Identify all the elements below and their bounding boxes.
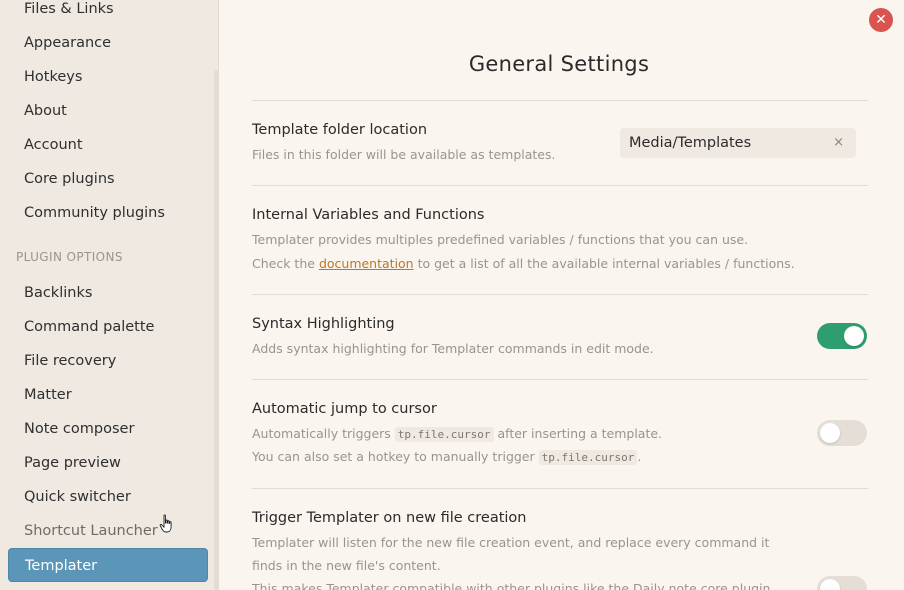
- clear-icon[interactable]: ×: [833, 128, 844, 158]
- close-icon: ✕: [875, 12, 887, 28]
- syntax-highlighting-toggle[interactable]: [817, 323, 867, 349]
- code-snippet: tp.file.cursor: [538, 450, 638, 465]
- setting-desc-trigger-on-create-1: Templater will listen for the new file c…: [252, 535, 770, 550]
- sidebar-item-hotkeys[interactable]: Hotkeys: [8, 60, 208, 94]
- desc-text: .: [637, 449, 642, 464]
- desc-text: to get a list of all the available inter…: [417, 256, 795, 271]
- setting-name-template-folder: Template folder location: [252, 122, 428, 138]
- toggle-knob: [820, 423, 840, 443]
- template-folder-value: Media/Templates: [629, 135, 752, 151]
- close-button[interactable]: ✕: [869, 8, 893, 32]
- setting-desc-template-folder: Files in this folder will be available a…: [252, 147, 556, 162]
- desc-text: Automatically triggers: [252, 426, 391, 441]
- sidebar-item-templater[interactable]: Templater: [8, 548, 208, 582]
- toggle-knob: [820, 579, 840, 590]
- sidebar-item-matter[interactable]: Matter: [8, 378, 208, 412]
- trigger-on-create-toggle[interactable]: [817, 576, 867, 590]
- sidebar-item-page-preview[interactable]: Page preview: [8, 446, 208, 480]
- setting-desc-internal-vars-1: Templater provides multiples predefined …: [252, 232, 749, 247]
- sidebar-item-backlinks[interactable]: Backlinks: [8, 276, 208, 310]
- sidebar-scrollbar[interactable]: [214, 70, 218, 590]
- divider: [252, 185, 868, 186]
- sidebar-item-file-recovery[interactable]: File recovery: [8, 344, 208, 378]
- desc-text: after inserting a template.: [497, 426, 663, 441]
- sidebar-item-appearance[interactable]: Appearance: [8, 26, 208, 60]
- setting-name-internal-vars: Internal Variables and Functions: [252, 207, 485, 223]
- template-folder-input[interactable]: Media/Templates ×: [620, 128, 856, 158]
- page-title: General Settings: [468, 52, 650, 76]
- desc-text: You can also set a hotkey to manually tr…: [252, 449, 535, 464]
- hand-cursor-icon: [159, 514, 172, 533]
- sidebar-item-core-plugins[interactable]: Core plugins: [8, 162, 208, 196]
- plugin-options-header: PLUGIN OPTIONS: [16, 250, 123, 264]
- setting-desc-trigger-on-create-2: finds in the new file's content.: [252, 558, 441, 573]
- settings-main: ✕ General Settings Template folder locat…: [220, 0, 904, 590]
- setting-name-syntax-highlighting: Syntax Highlighting: [252, 316, 395, 332]
- desc-text: Check the: [252, 256, 315, 271]
- divider: [252, 379, 868, 380]
- setting-name-auto-jump: Automatic jump to cursor: [252, 401, 437, 417]
- setting-desc-syntax-highlighting: Adds syntax highlighting for Templater c…: [252, 341, 654, 356]
- sidebar-item-shortcut-launcher[interactable]: Shortcut Launcher: [8, 514, 208, 548]
- divider: [252, 294, 868, 295]
- setting-name-trigger-on-create: Trigger Templater on new file creation: [252, 510, 527, 526]
- toggle-knob: [844, 326, 864, 346]
- setting-desc-trigger-on-create-3: This makes Templater compatible with oth…: [252, 581, 775, 590]
- sidebar-item-note-composer[interactable]: Note composer: [8, 412, 208, 446]
- sidebar-item-quick-switcher[interactable]: Quick switcher: [8, 480, 208, 514]
- sidebar-item-command-palette[interactable]: Command palette: [8, 310, 208, 344]
- sidebar-item-files-links[interactable]: Files & Links: [8, 0, 208, 26]
- sidebar-item-about[interactable]: About: [8, 94, 208, 128]
- setting-desc-auto-jump-2: You can also set a hotkey to manually tr…: [252, 449, 642, 465]
- sidebar-item-community-plugins[interactable]: Community plugins: [8, 196, 208, 230]
- documentation-link[interactable]: documentation: [319, 256, 414, 271]
- divider: [252, 488, 868, 489]
- auto-jump-toggle[interactable]: [817, 420, 867, 446]
- code-snippet: tp.file.cursor: [394, 427, 494, 442]
- settings-sidebar: Files & Links Appearance Hotkeys About A…: [0, 0, 219, 590]
- setting-desc-internal-vars-2: Check the documentation to get a list of…: [252, 256, 795, 271]
- divider: [252, 100, 868, 101]
- setting-desc-auto-jump-1: Automatically triggers tp.file.cursor af…: [252, 426, 663, 442]
- sidebar-item-account[interactable]: Account: [8, 128, 208, 162]
